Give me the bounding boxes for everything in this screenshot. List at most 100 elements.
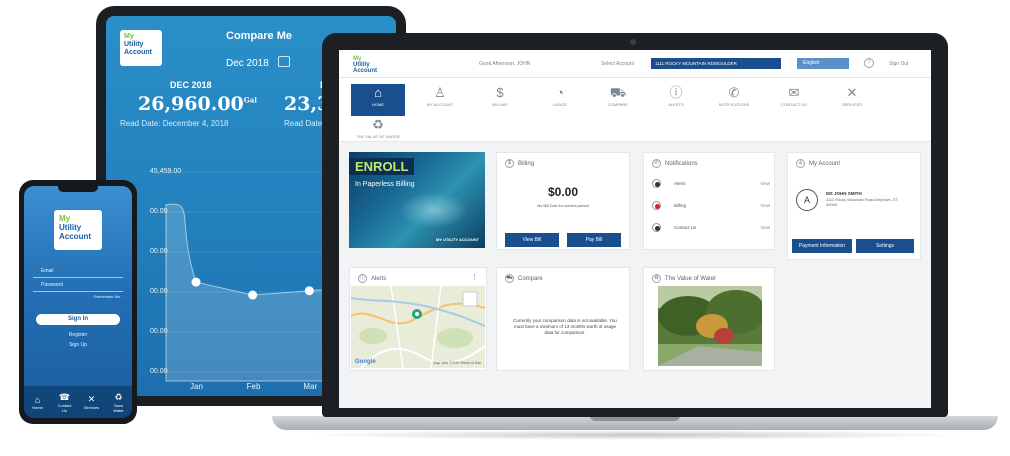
pay-bill-button[interactable]: Pay Bill [567, 233, 621, 247]
more-options-icon[interactable]: ⋮ [471, 273, 478, 281]
nav-item-home[interactable]: ⌂ HOME [351, 84, 405, 116]
nav-item-services[interactable]: ✕ SERVICES [825, 84, 879, 116]
contact-icon: ✉ [788, 85, 800, 100]
notifications-card: ✆ Notifications Alerts View Billing View … [643, 152, 775, 250]
account-select[interactable]: 1111 ROCKY MOUNTAIN RD/BOULDER [651, 58, 781, 69]
enroll-banner[interactable]: ENROLL In Paperless Billing MY UTILITY A… [349, 152, 485, 248]
nav-label: COMPARE [608, 102, 628, 107]
nav-label: ALERTS [668, 102, 684, 107]
sign-in-button[interactable]: Sign In [36, 314, 120, 325]
help-icon[interactable]: ? [864, 58, 874, 68]
banner-graphic [399, 192, 469, 228]
billing-header: $ Billing [505, 159, 534, 168]
notification-row-alerts[interactable]: Alerts View [652, 179, 770, 193]
camera-icon [630, 39, 636, 45]
sign-up-link[interactable]: Sign Up [24, 342, 132, 348]
payment-information-button[interactable]: Payment Information [792, 239, 852, 253]
alerts-card: ⓘ Alerts ⋮ Google Map data ©2019 Terms o… [349, 267, 487, 371]
reading-value: 26,960.00Gal [120, 93, 257, 115]
month-selector[interactable]: Dec 2018 [226, 58, 269, 69]
y-tick-label: 00.00 [150, 328, 168, 335]
billing-card: $ Billing $0.00 No Bill Due for current p… [496, 152, 630, 250]
app-logo[interactable]: My Utility Account [353, 56, 377, 74]
remember-me-checkbox[interactable]: Remember Me [94, 294, 120, 299]
notification-row-contact[interactable]: Contact Us View [652, 223, 770, 237]
settings-button[interactable]: Settings [856, 239, 914, 253]
top-bar: My Utility Account Good Afternoon, JOHN … [339, 50, 931, 78]
alerts-map[interactable]: Google Map data ©2019 Terms of Use [351, 286, 485, 368]
logo-line: My [124, 33, 134, 40]
nav-item-alerts[interactable]: ⓘ ALERTS [649, 84, 703, 116]
nav-item-value-of-water[interactable]: ♻ THE VALUE OF WATER [351, 116, 405, 148]
view-link[interactable]: View [760, 181, 770, 186]
sign-out-link[interactable]: Sign Out [889, 61, 908, 67]
garden-graphic [658, 286, 762, 366]
nav-item-billing[interactable]: $ BILLING [473, 84, 527, 116]
nav-item-contact-us[interactable]: ✉ CONTACT US [767, 84, 821, 116]
home-icon: ⌂ [34, 394, 41, 405]
recycle-icon: ♻ [372, 117, 384, 132]
garden-photo[interactable] [658, 286, 762, 366]
dollar-icon: $ [496, 85, 504, 100]
card-title: My Account [809, 161, 841, 168]
nav-label: USAGE [552, 102, 567, 107]
phone-screen: My Utility Account Email Password Rememb… [24, 186, 132, 418]
card-title: Notifications [665, 161, 698, 168]
laptop-screen: My Utility Account Good Afternoon, JOHN … [339, 50, 931, 408]
data-point[interactable] [248, 290, 258, 300]
notification-row-billing[interactable]: Billing View [652, 201, 770, 215]
nav-item-my-account[interactable]: ♙ MY ACCOUNT [413, 84, 467, 116]
email-field[interactable]: Email [33, 268, 123, 278]
billing-subtitle: No Bill Due for current period [537, 203, 589, 208]
calendar-icon[interactable] [278, 56, 290, 67]
data-point[interactable] [304, 286, 314, 296]
alert-icon: ⓘ [358, 274, 367, 283]
password-field[interactable]: Password [33, 282, 123, 292]
card-title: Alerts [371, 276, 387, 283]
view-link[interactable]: View [760, 225, 770, 230]
card-title: Billing [518, 161, 535, 168]
y-tick-label: 00.00 [150, 368, 168, 375]
bottom-nav: ⌂ Home ☎ Contact Us ✕ Services ♻ Save Water [24, 386, 132, 418]
home-icon: ⌂ [374, 85, 382, 100]
account-address: 1111 Rocky Mountain Road Anytown, ST 000… [826, 197, 898, 207]
phone-icon: ☎ [58, 391, 71, 402]
y-tick-label: 45,459.00 [150, 168, 182, 175]
map-footer: Map data ©2019 Terms of Use [433, 361, 481, 365]
logo-line: Account [59, 232, 91, 241]
nav-item-compare[interactable]: ⛟ COMPARE [591, 84, 645, 116]
language-select[interactable]: English [797, 58, 849, 69]
nav-label: Services [83, 405, 100, 410]
logo-line: My [59, 214, 71, 223]
enroll-brand: MY UTILITY ACCOUNT [435, 237, 479, 242]
status-dot [655, 204, 660, 209]
nav-services[interactable]: ✕ Services [83, 394, 101, 410]
tools-icon: ✕ [87, 394, 96, 404]
gauge-icon: ◔ [556, 85, 564, 100]
my-account-card: ♙ My Account A MS JOHN SMITH 1111 Rocky M… [787, 152, 921, 260]
reading-unit: Gal [243, 95, 257, 105]
nav-item-usage[interactable]: ◔ USAGE [533, 84, 587, 116]
account-name: MS JOHN SMITH [826, 191, 862, 196]
nav-label: HOME [372, 102, 384, 107]
logo-line: Utility [124, 41, 144, 48]
view-link[interactable]: View [760, 203, 770, 208]
compare-message: Currently your comparison data is not av… [513, 318, 617, 335]
car-icon: ⛟ [609, 85, 627, 100]
megaphone-icon: ✆ [652, 159, 661, 168]
y-tick-label: 00.00 [150, 208, 168, 215]
nav-item-notifications[interactable]: ✆ NOTIFICATIONS [707, 84, 761, 116]
megaphone-icon: ✆ [728, 85, 740, 100]
register-link[interactable]: Register [24, 332, 132, 338]
phone-device: My Utility Account Email Password Rememb… [19, 180, 137, 424]
data-point[interactable] [191, 277, 201, 287]
nav-save-water[interactable]: ♻ Save Water [110, 392, 128, 413]
nav-home[interactable]: ⌂ Home [29, 395, 47, 410]
reading-month: DEC 2018 [170, 80, 212, 90]
nav-contact[interactable]: ☎ Contact Us [56, 392, 74, 413]
view-bill-button[interactable]: View Bill [505, 233, 559, 247]
car-icon: ⛟ [505, 274, 514, 283]
notification-label: Billing [674, 203, 687, 208]
welcome-text: Good Afternoon, JOHN [479, 61, 531, 67]
tools-icon: ✕ [846, 85, 858, 100]
